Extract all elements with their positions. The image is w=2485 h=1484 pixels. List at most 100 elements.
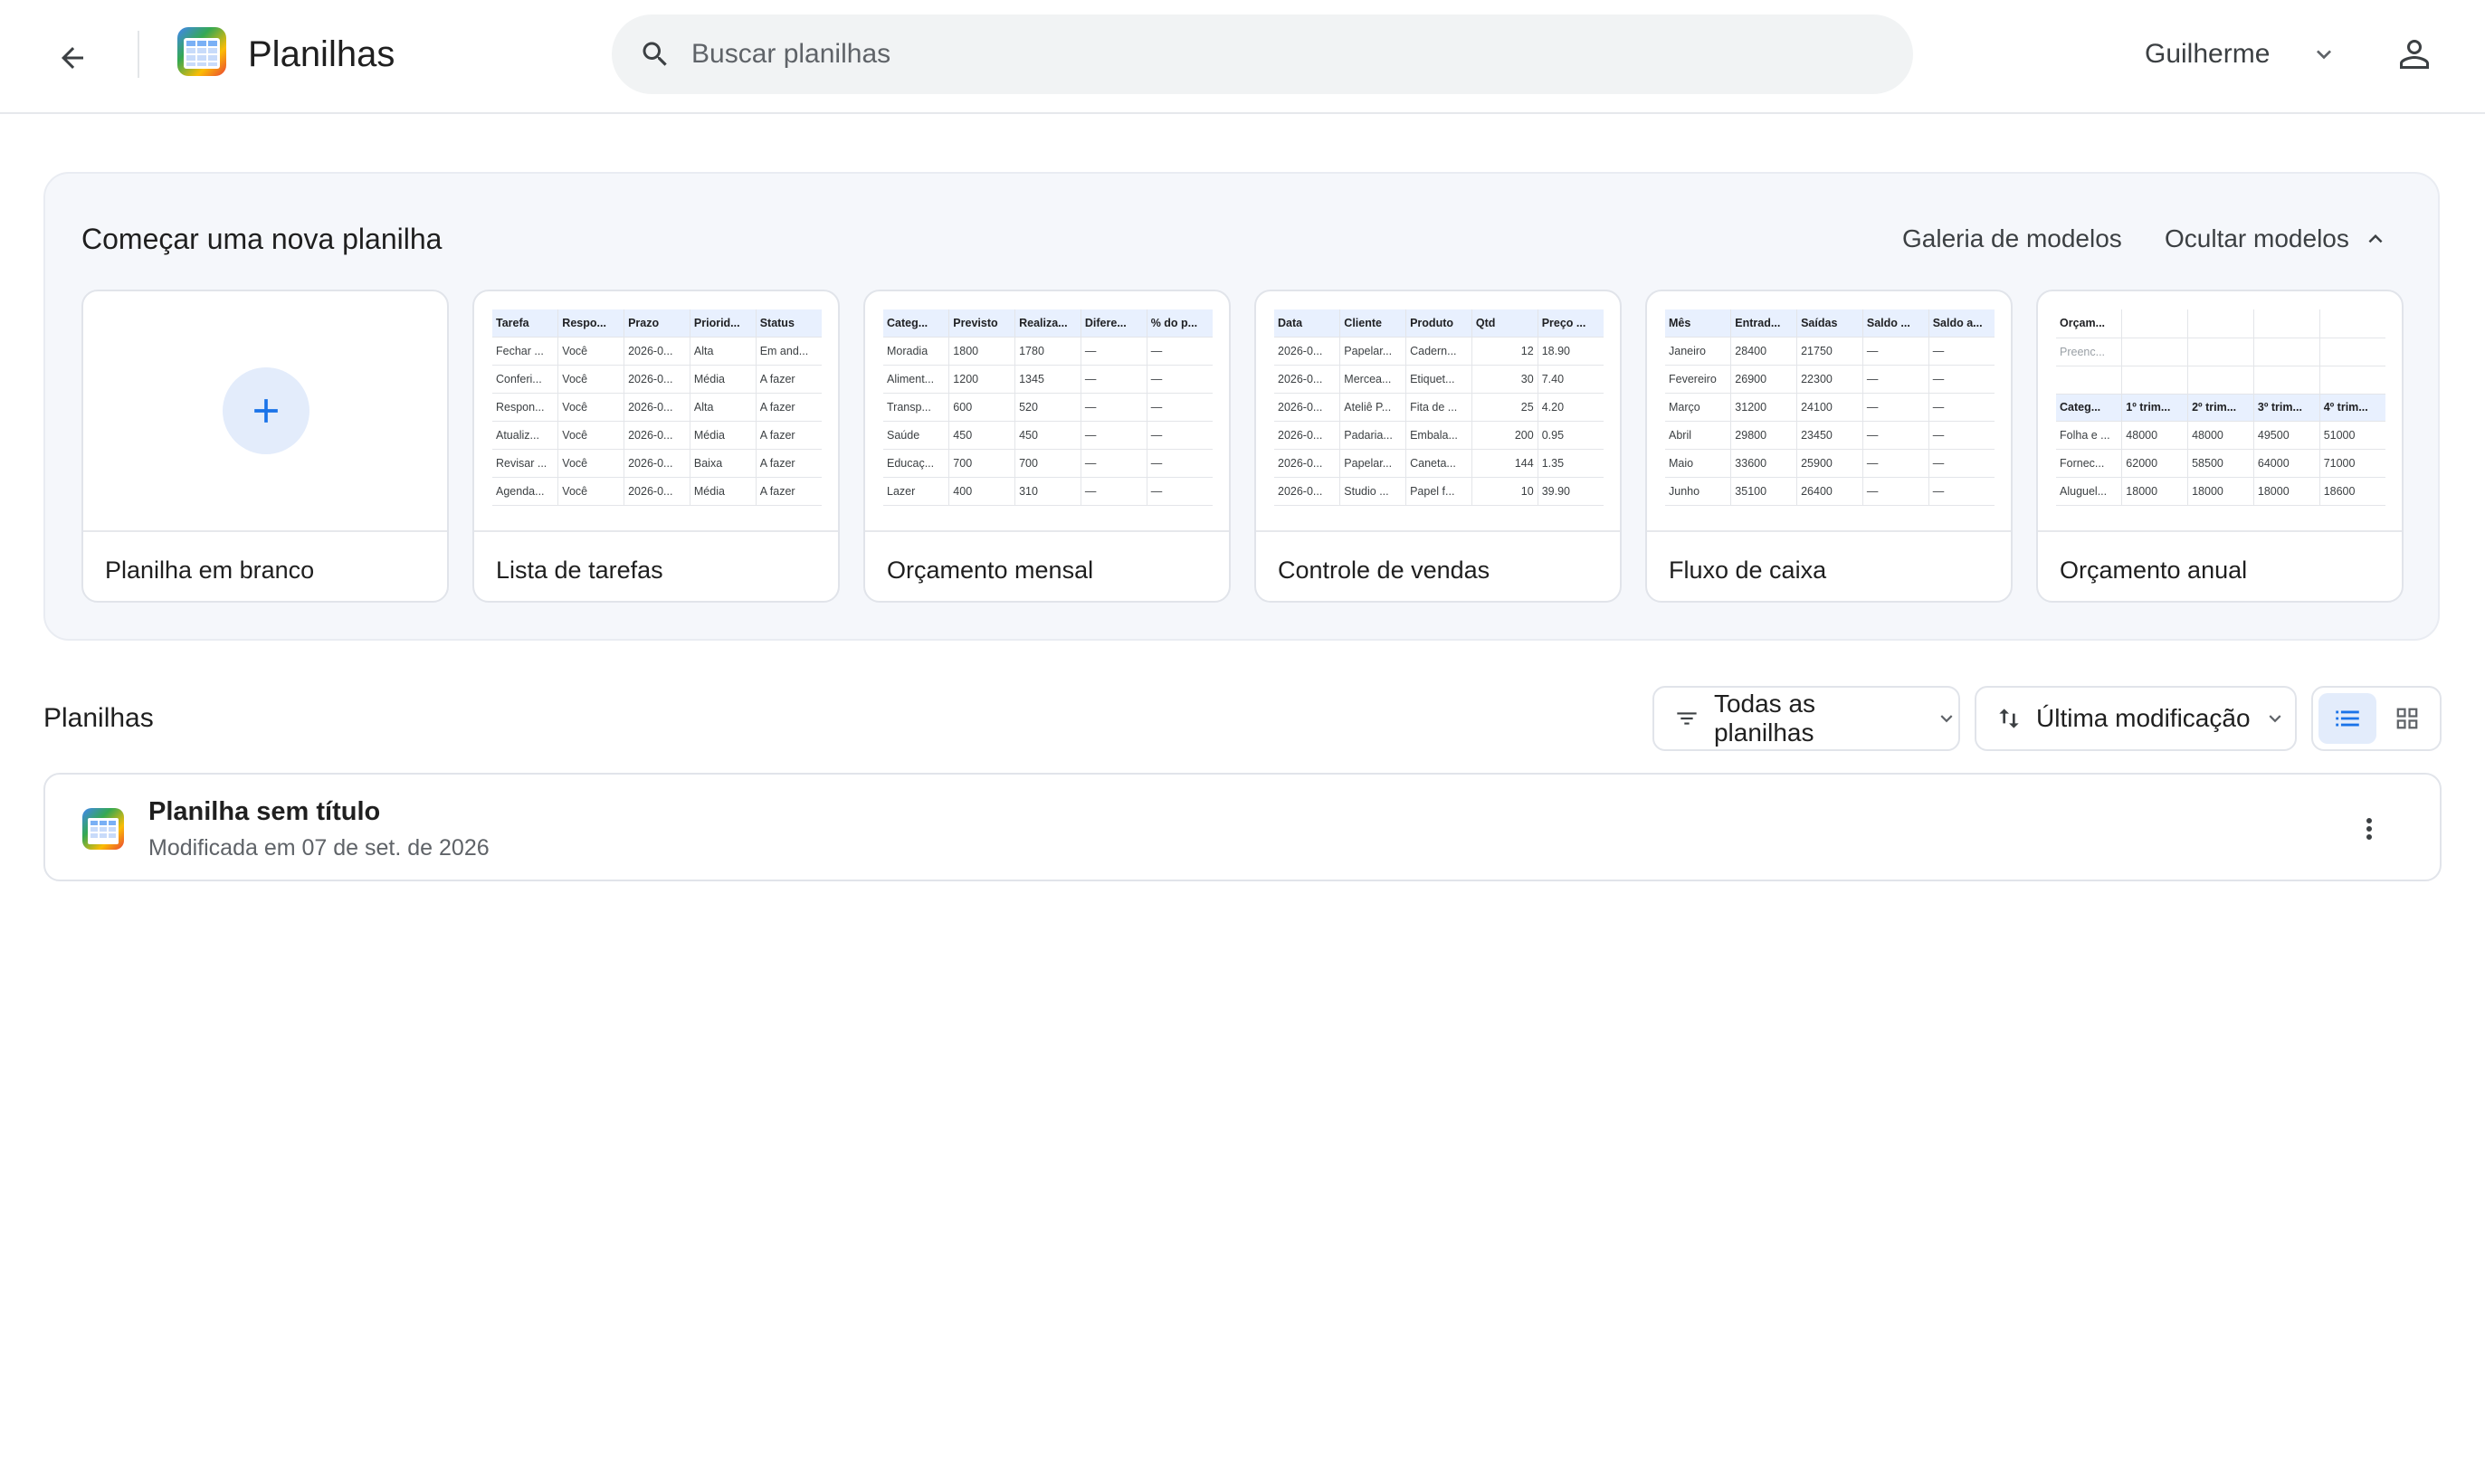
table-row: Fechar ... Você 2026-0... Alta Em and...: [492, 337, 822, 366]
table-cell: Aliment...: [883, 365, 950, 394]
table-cell: 28400: [1730, 337, 1798, 366]
table-cell: 144: [1471, 449, 1538, 478]
table-row: Orçam...: [2056, 309, 2385, 338]
table-row: [2056, 366, 2385, 395]
template-card-label: Fluxo de caixa: [1669, 556, 1827, 584]
table-cell: 2026-0...: [624, 477, 690, 506]
table-cell: A fazer: [756, 393, 822, 422]
list-view-button[interactable]: [2318, 693, 2376, 744]
table-cell: —: [1147, 477, 1213, 506]
table-cell: Cliente: [1339, 309, 1407, 338]
table-cell: Fita de ...: [1405, 393, 1472, 422]
search-icon: [643, 42, 667, 66]
table-cell: [2056, 366, 2123, 395]
table-cell: 520: [1014, 393, 1081, 422]
table-row: Aluguel... 18000 18000 18000 18600: [2056, 477, 2385, 506]
table-cell: Moradia: [883, 337, 950, 366]
table-cell: —: [1147, 393, 1213, 422]
table-cell: 71000: [2319, 449, 2385, 478]
table-row: Categ... 1º trim... 2º trim... 3º trim... 4º…: [2056, 394, 2385, 422]
table-cell: —: [1862, 449, 1929, 478]
table-row: Preenc...: [2056, 338, 2385, 366]
template-card-label: Controle de vendas: [1278, 556, 1490, 584]
table-cell: 1º trim...: [2121, 394, 2189, 422]
table-cell: [2121, 309, 2189, 338]
table-cell: [2319, 366, 2385, 395]
table-cell: 2026-0...: [1274, 337, 1341, 366]
thumbnail-table: Tarefa Respo... Prazo Priorid... Status Fech…: [492, 309, 822, 506]
table-cell: 2º trim...: [2187, 394, 2254, 422]
table-cell: 39.90: [1538, 477, 1604, 506]
table-cell: Transp...: [883, 393, 950, 422]
sheets-file-icon: [82, 808, 124, 850]
table-cell: —: [1081, 393, 1147, 422]
table-cell: Studio ...: [1339, 477, 1407, 506]
table-cell: 58500: [2187, 449, 2254, 478]
table-cell: 1780: [1014, 337, 1081, 366]
table-cell: Atualiz...: [492, 421, 559, 450]
table-cell: Agenda...: [492, 477, 559, 506]
table-cell: Saídas: [1796, 309, 1863, 338]
file-name[interactable]: Planilha sem título: [148, 794, 380, 829]
table-cell: A fazer: [756, 477, 822, 506]
template-card-blank[interactable]: Planilha em branco: [81, 290, 449, 603]
chevron-down-icon[interactable]: [2309, 40, 2338, 69]
table-cell: 1800: [948, 337, 1016, 366]
table-row: Junho 35100 26400— —: [1665, 477, 1995, 506]
table-cell: Saldo a...: [1928, 309, 1995, 338]
table-cell: Respo...: [557, 309, 625, 338]
template-card-task-list[interactable]: Tarefa Respo... Prazo Priorid... Status Fech…: [472, 290, 840, 603]
template-card-cash-flow[interactable]: Mês Entrad... Saídas Saldo ... Saldo a... Ja…: [1645, 290, 2013, 603]
table-cell: 24100: [1796, 393, 1863, 422]
table-cell: Entrad...: [1730, 309, 1798, 338]
table-cell: —: [1928, 477, 1995, 506]
table-cell: Papelar...: [1339, 337, 1407, 366]
thumbnail-table: Mês Entrad... Saídas Saldo ... Saldo a... Ja…: [1665, 309, 1995, 506]
table-cell: Em and...: [756, 337, 822, 366]
table-cell: 25: [1471, 393, 1538, 422]
header-divider: [138, 31, 139, 78]
grid-view-button[interactable]: [2378, 693, 2436, 744]
table-cell: Você: [557, 365, 625, 394]
table-cell: —: [1147, 421, 1213, 450]
back-arrow-icon: [62, 47, 83, 69]
table-cell: 18000: [2253, 477, 2320, 506]
table-cell: A fazer: [756, 421, 822, 450]
table-row: Agenda... Você 2026-0... Média A fazer: [492, 477, 822, 506]
sort-dropdown[interactable]: Última modificação: [1975, 686, 2297, 751]
hide-templates-button[interactable]: Ocultar modelos: [2165, 223, 2389, 255]
table-row: Tarefa Respo... Prazo Priorid... Status: [492, 309, 822, 338]
thumbnail-table: Orçam... Preenc... Categ... 1º trim... 2º …: [2056, 309, 2385, 506]
template-card-monthly-budget[interactable]: Categ... Previsto Realiza... Difere...% do …: [863, 290, 1231, 603]
hide-templates-label: Ocultar modelos: [2165, 224, 2349, 252]
filter-dropdown[interactable]: Todas as planilhas: [1652, 686, 1960, 751]
table-row: Mês Entrad... Saídas Saldo ... Saldo a...: [1665, 309, 1995, 338]
search-bar[interactable]: [612, 14, 1913, 94]
table-cell: Aluguel...: [2056, 477, 2123, 506]
table-cell: [2319, 338, 2385, 366]
template-card-sales-tracker[interactable]: Data Cliente Produto Qtd Preço ... 2026-0...…: [1254, 290, 1622, 603]
user-name[interactable]: Guilherme: [2145, 36, 2270, 72]
filter-label: Todas as planilhas: [1713, 690, 1816, 747]
template-card-annual-budget[interactable]: Orçam... Preenc... Categ... 1º trim... 2º …: [2036, 290, 2404, 603]
file-row[interactable]: Planilha sem título Modificada em 07 de …: [43, 773, 2442, 881]
chevron-down-icon: [2269, 715, 2281, 723]
templates-section: Começar uma nova planilha Galeria de mod…: [43, 172, 2440, 641]
list-view-icon: [2336, 710, 2359, 727]
template-gallery-link[interactable]: Galeria de modelos: [1902, 223, 2122, 255]
table-cell: 2026-0...: [624, 449, 690, 478]
account-icon[interactable]: [2393, 33, 2436, 76]
table-row: Conferi... Você 2026-0... Média A fazer: [492, 365, 822, 394]
table-row: Categ... Previsto Realiza... Difere...% do …: [883, 309, 1213, 338]
back-button[interactable]: [47, 33, 98, 83]
table-cell: 51000: [2319, 421, 2385, 450]
template-thumbnail: Categ... Previsto Realiza... Difere...% do …: [865, 291, 1229, 532]
search-input[interactable]: [691, 14, 1868, 94]
plus-icon: [254, 399, 278, 423]
table-cell: Preço ...: [1538, 309, 1604, 338]
plus-button[interactable]: [223, 367, 309, 454]
table-row: Respon... Você 2026-0... Alta A fazer: [492, 393, 822, 422]
file-more-button[interactable]: [2347, 807, 2391, 851]
table-row: Moradia 1800 1780— —: [883, 337, 1213, 366]
table-cell: Fechar ...: [492, 337, 559, 366]
